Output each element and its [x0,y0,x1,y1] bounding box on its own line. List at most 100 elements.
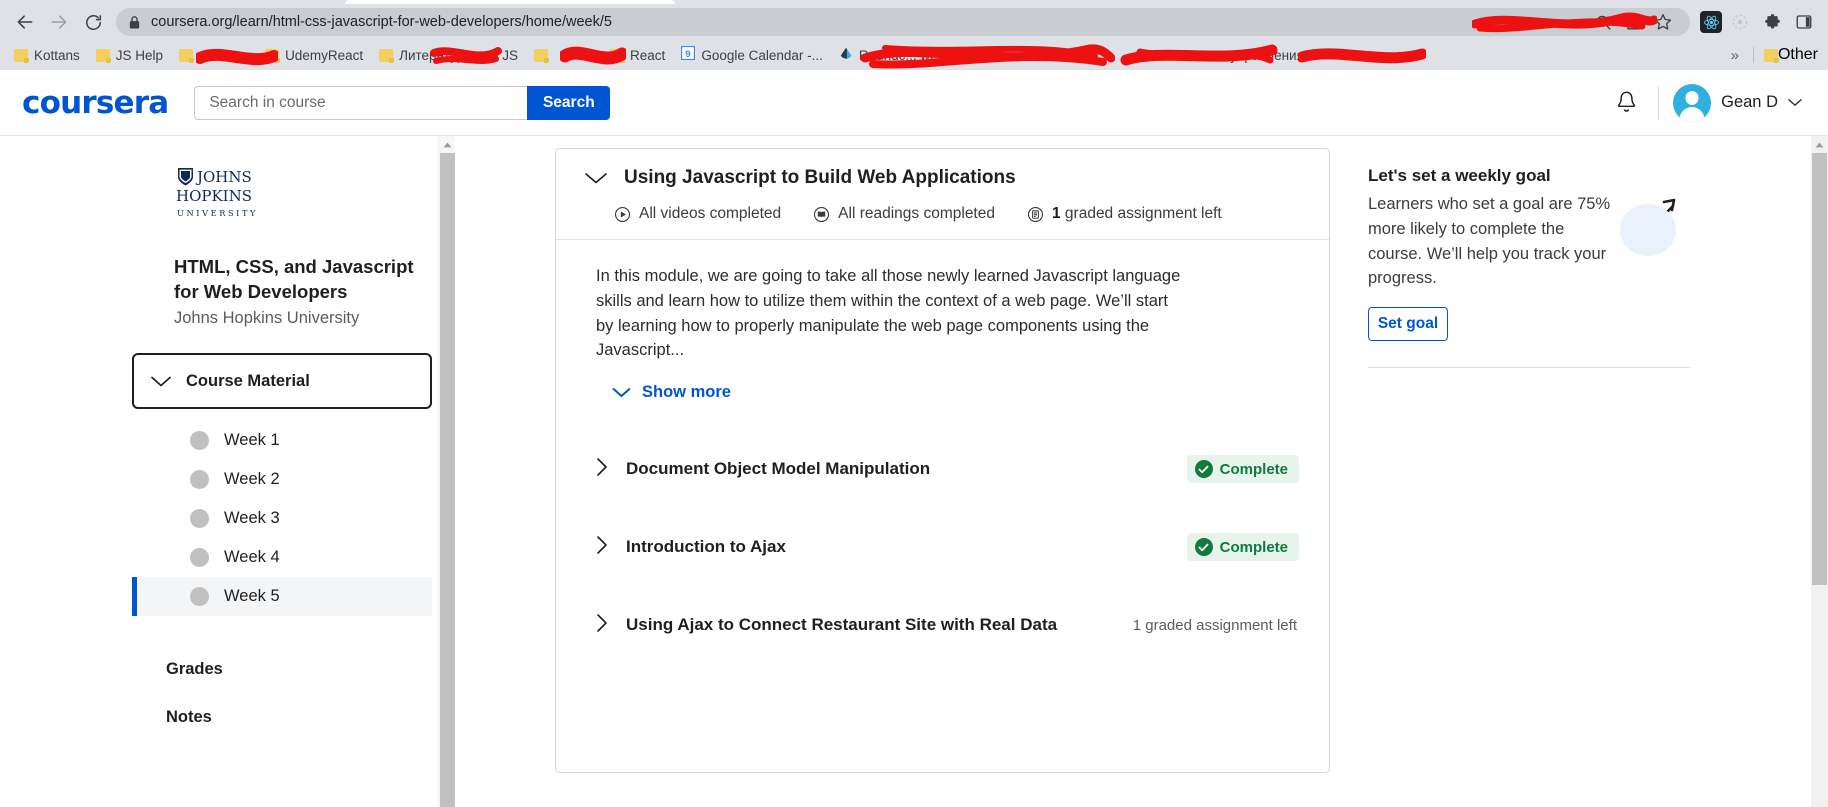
show-more-button[interactable]: Show more [612,383,1301,402]
divider [1658,85,1660,120]
sidebar-course-material-label: Course Material [186,371,310,390]
stat-readings: All readings completed [813,205,995,223]
scroll-up-arrow-icon[interactable] [439,136,455,153]
folder-icon [95,48,111,63]
sidebar-item-label: Week 1 [224,431,280,450]
check-circle-icon [1194,460,1213,478]
overflow-chevron-icon[interactable]: » [1721,47,1749,64]
lesson-row[interactable]: Document Object Model Manipulation Compl… [596,430,1299,508]
weekly-goal-panel: Let's set a weekly goal Learners who set… [1330,148,1730,807]
account-name: Gean D [1721,93,1778,111]
back-button[interactable] [8,7,42,37]
lesson-title: Document Object Model Manipulation [626,459,931,478]
react-extension-icon[interactable] [1700,11,1722,33]
sidebar-item-notes[interactable]: Notes [166,702,435,732]
bookmark-label: Панель управления [1179,47,1304,63]
coursera-logo[interactable]: coursera [22,85,169,121]
share-icon[interactable] [1618,8,1648,36]
folder-icon [14,48,29,63]
bookmark-item[interactable] [526,43,602,67]
status-badge-label: Complete [1219,538,1288,556]
progress-dot-icon [190,431,209,451]
folder-icon [265,48,281,63]
divider [1752,47,1754,63]
target-dart-icon [1618,194,1684,260]
lesson-row[interactable]: Introduction to Ajax Complete [596,508,1299,586]
module-stats: All videos completed All readings comple… [584,205,1301,223]
search-button[interactable]: Search [527,85,611,120]
chevron-down-icon[interactable] [584,171,608,185]
bookmark-item[interactable]: Roundc... webm... [831,43,1006,67]
chevron-right-icon[interactable] [596,457,622,482]
bookmark-item[interactable]: React [602,43,673,67]
bookmark-label: Google Calendar -... [701,47,823,63]
bookmark-item[interactable]: 9 Google Calendar -... [673,43,831,67]
status-badge: Complete [1186,533,1299,561]
site-header: coursera Search Gean D [0,70,1828,136]
search-input[interactable] [194,85,528,120]
chevron-right-icon[interactable] [596,613,622,638]
bookmark-item[interactable] [171,43,257,67]
notifications-button[interactable] [1604,81,1648,125]
browser-toolbar: coursera.org/learn/html-css-javascript-f… [0,4,1828,40]
sync-status-icon[interactable] [1724,7,1756,37]
page-scroll-thumb[interactable] [1812,153,1827,585]
progress-dot-icon [190,470,209,490]
sidebar-item-week-5[interactable]: Week 5 [132,577,432,617]
page-scrollbar[interactable] [1811,136,1828,807]
star-icon[interactable] [1648,8,1678,36]
forward-button[interactable] [42,7,76,37]
sidebar-item-week-4[interactable]: Week 4 [132,538,432,577]
side-panel-icon[interactable] [1788,7,1820,37]
scroll-up-arrow-icon[interactable] [1811,136,1828,153]
bookmark-item[interactable]: Панель управления [1166,43,1366,67]
stat-videos: All videos completed [614,205,781,223]
active-tab[interactable] [345,0,675,4]
bookmark-item[interactable] [1006,43,1166,67]
bookmark-item[interactable] [1366,43,1516,67]
chevron-down-icon [1788,99,1802,106]
lock-icon [128,15,141,30]
module-card: Using Javascript to Build Web Applicatio… [555,148,1330,773]
folder-icon [379,48,395,63]
bookmark-item[interactable]: Kottans [6,43,88,67]
module-title-row[interactable]: Using Javascript to Build Web Applicatio… [584,167,1301,189]
chevron-right-icon[interactable] [596,535,622,560]
course-title: HTML, CSS, and Javascript for Web Develo… [174,256,414,302]
sidebar-course-material-toggle[interactable]: Course Material [132,353,432,410]
puzzle-icon[interactable] [1756,7,1788,37]
page-body: JOHNS HOPKINS UNIVERSITY HTML, CSS, and … [0,136,1828,807]
sidebar-item-week-1[interactable]: Week 1 [132,421,432,460]
sidebar-item-week-2[interactable]: Week 2 [132,460,432,499]
forward-arrow-icon [51,15,67,29]
browser-chrome: coursera.org/learn/html-css-javascript-f… [0,0,1828,70]
sidebar-item-week-3[interactable]: Week 3 [132,499,432,538]
module-header: Using Javascript to Build Web Applicatio… [556,149,1329,240]
bookmark-item[interactable]: UdemyReact [257,43,371,67]
lesson-title: Introduction to Ajax [626,537,786,556]
book-icon [814,206,830,222]
zoom-out-icon[interactable] [1588,8,1618,36]
folder-icon [534,48,550,63]
reload-button[interactable] [76,7,110,37]
bookmark-item[interactable]: Литература для JS [371,43,526,67]
bell-icon [1617,91,1635,112]
sidebar-item-label: Week 5 [224,587,280,606]
chevron-down-icon [612,388,631,397]
sidebar-scroll-thumb[interactable] [440,153,455,807]
address-bar[interactable]: coursera.org/learn/html-css-javascript-f… [116,8,1690,36]
account-menu[interactable]: Gean D [1673,83,1806,122]
header-actions: Gean D [1604,81,1806,125]
page-content: coursera Search Gean D [0,70,1828,807]
set-goal-button[interactable]: Set goal [1368,307,1448,341]
bookmarks-overflow[interactable]: » Other [1721,46,1822,64]
lesson-row[interactable]: Using Ajax to Connect Restaurant Site wi… [596,586,1299,664]
svg-text:9: 9 [686,48,691,59]
sidebar-item-grades[interactable]: Grades [166,654,435,684]
lesson-status-note: 1 graded assignment left [1132,616,1297,634]
bookmark-item[interactable]: JS Help [88,43,171,67]
sidebar-scrollbar[interactable] [438,136,455,807]
sidebar-item-label: Week 2 [224,470,280,489]
svg-text:HOPKINS: HOPKINS [176,187,252,205]
bookmark-label: UdemyReact [285,47,364,63]
